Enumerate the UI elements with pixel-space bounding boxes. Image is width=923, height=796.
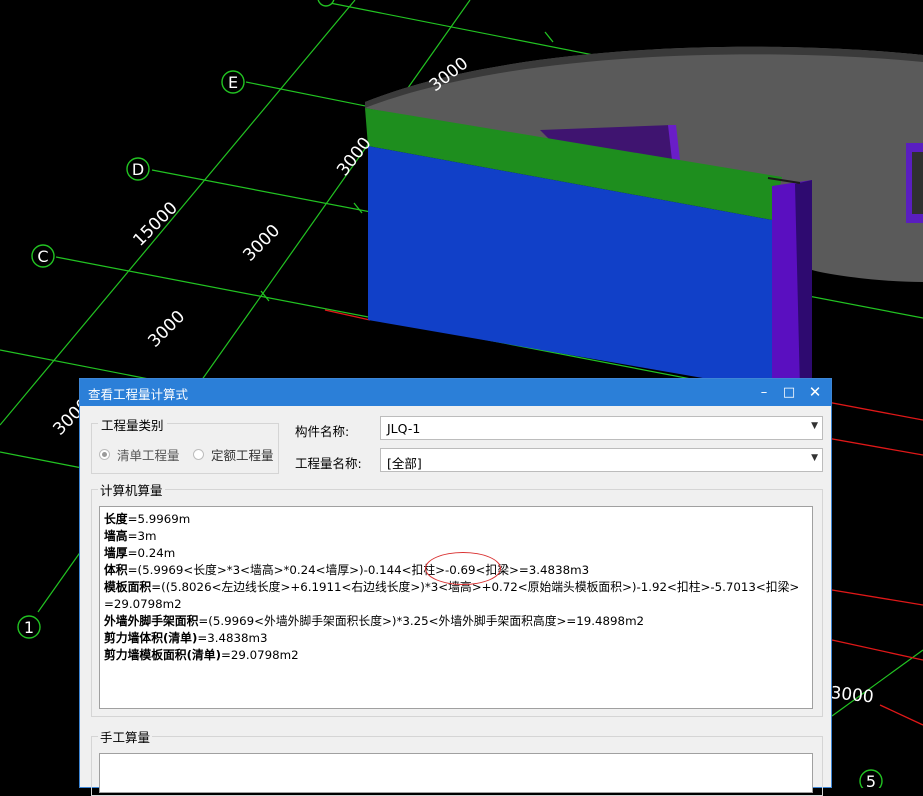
axis-bubble-e: E xyxy=(221,70,245,94)
calc-line: 剪力墙模板面积(清单)=29.0798m2 xyxy=(104,648,299,662)
dialog-titlebar[interactable]: 查看工程量计算式 – □ ✕ xyxy=(80,379,831,406)
radio-list-quantity[interactable]: 清单工程量 xyxy=(99,445,180,464)
calc-line: 墙高=3m xyxy=(104,529,157,543)
dialog-title: 查看工程量计算式 xyxy=(88,387,189,402)
maximize-button[interactable]: □ xyxy=(777,379,801,406)
svg-text:D: D xyxy=(132,160,144,179)
axis-bubble-c: C xyxy=(31,244,55,268)
calc-line: 外墙外脚手架面积=(5.9969<外墙外脚手架面积长度>)*3.25<外墙外脚手… xyxy=(104,614,645,628)
radio-unchecked-icon xyxy=(193,449,204,460)
calc-line: 模板面积=((5.8026<左边线长度>+6.1911<右边线长度>)*3<墙高… xyxy=(104,580,800,611)
radio-label: 定额工程量 xyxy=(211,448,274,463)
calc-line: 长度=5.9969m xyxy=(104,512,191,526)
svg-text:E: E xyxy=(228,73,238,92)
manual-calc-legend: 手工算量 xyxy=(98,727,153,746)
computer-calc-legend: 计算机算量 xyxy=(98,480,165,499)
axis-bubble-d: D xyxy=(126,157,150,181)
quantity-name-label: 工程量名称: xyxy=(295,456,362,471)
quantity-type-legend: 工程量类别 xyxy=(98,415,167,434)
chevron-down-icon: ▼ xyxy=(811,421,818,431)
svg-text:1: 1 xyxy=(24,618,34,637)
axis-bubble-top xyxy=(317,0,335,7)
quantity-name-value: [全部] xyxy=(387,456,422,471)
calc-line: 墙厚=0.24m xyxy=(104,546,176,560)
computer-calc-textbox[interactable]: 长度=5.9969m 墙高=3m 墙厚=0.24m 体积=(5.9969<长度>… xyxy=(99,506,813,709)
dimension-label: 3000 xyxy=(829,683,874,707)
radio-label: 清单工程量 xyxy=(117,448,180,463)
purple-window-inner xyxy=(912,152,923,214)
dimension-label: 3000 xyxy=(144,307,189,352)
svg-text:C: C xyxy=(37,247,48,266)
radio-checked-icon xyxy=(99,449,110,460)
dimension-label: 15000 xyxy=(129,198,181,250)
axis-bubble-5: 5 xyxy=(859,769,883,788)
quantity-name-select[interactable]: [全部] ▼ xyxy=(380,448,823,472)
component-name-label: 构件名称: xyxy=(295,424,350,439)
quantity-formula-dialog: 查看工程量计算式 – □ ✕ 工程量类别 清单工程量 定额工程量 构件名称: J… xyxy=(79,378,832,796)
dimension-label: 3000 xyxy=(239,221,284,266)
calc-line: 体积=(5.9969<长度>*3<墙高>*0.24<墙厚>)-0.144<扣柱>… xyxy=(104,563,590,577)
component-name-select[interactable]: JLQ-1 ▼ xyxy=(380,416,823,440)
chevron-down-icon: ▼ xyxy=(811,453,818,463)
component-name-value: JLQ-1 xyxy=(387,421,421,436)
calc-line: 剪力墙体积(清单)=3.4838m3 xyxy=(104,631,268,645)
close-button[interactable]: ✕ xyxy=(803,379,827,406)
radio-quota-quantity[interactable]: 定额工程量 xyxy=(193,445,274,464)
svg-text:5: 5 xyxy=(866,772,876,788)
axis-bubble-1: 1 xyxy=(17,615,41,639)
manual-calc-textbox[interactable] xyxy=(99,753,813,793)
minimize-button[interactable]: – xyxy=(752,379,776,406)
